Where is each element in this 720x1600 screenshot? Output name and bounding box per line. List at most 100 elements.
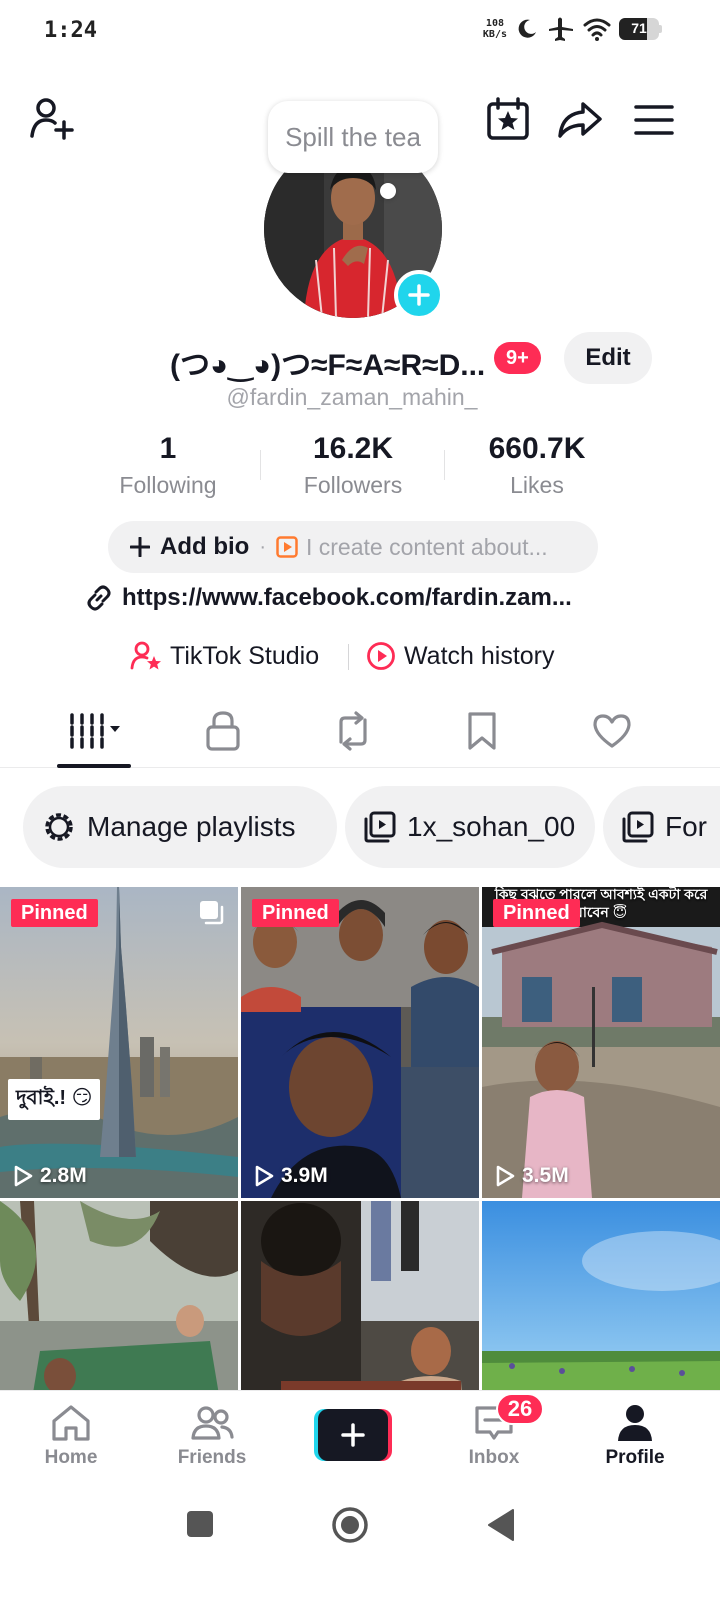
note-bubble-text: Spill the tea bbox=[285, 121, 421, 152]
playlist-chip[interactable]: 1x_sohan_00 bbox=[345, 786, 595, 868]
share-profile-button[interactable] bbox=[556, 96, 604, 144]
share-icon bbox=[558, 102, 602, 138]
thumbnail-image bbox=[482, 1201, 720, 1390]
recents-button[interactable] bbox=[186, 1510, 214, 1538]
thumbnail-image bbox=[0, 1201, 238, 1390]
inbox-badge: 26 bbox=[496, 1393, 544, 1425]
heart-icon bbox=[593, 714, 631, 748]
plus-icon bbox=[130, 537, 150, 557]
active-tab-indicator bbox=[57, 764, 131, 768]
lock-icon bbox=[206, 711, 240, 751]
tab-favorites[interactable] bbox=[434, 696, 530, 766]
profile-name-row: (つ◕‿◕)つ≈F≈A≈R≈D... 9+ Edit bbox=[0, 330, 720, 386]
play-icon bbox=[496, 1165, 515, 1187]
network-speed: 108 KB/s bbox=[482, 18, 507, 40]
battery-level: 71 bbox=[631, 20, 647, 36]
profile-shortcuts: TikTok Studio Watch history bbox=[0, 634, 720, 678]
chip-label: For bbox=[665, 811, 707, 842]
add-friend-button[interactable] bbox=[28, 96, 76, 144]
battery-icon: 71 bbox=[619, 18, 659, 40]
playlist-chip[interactable]: For bbox=[603, 786, 720, 868]
bio-placeholder: I create content about... bbox=[305, 533, 548, 560]
chip-label: Manage playlists bbox=[87, 811, 296, 842]
nav-friends[interactable]: Friends bbox=[152, 1403, 272, 1469]
creator-star-icon bbox=[130, 641, 161, 670]
create-plus-icon bbox=[314, 1409, 392, 1461]
home-button[interactable] bbox=[331, 1506, 369, 1544]
stat-following[interactable]: 1 Following bbox=[78, 432, 258, 499]
profile-icon bbox=[618, 1405, 652, 1441]
bio-separator: · bbox=[259, 535, 266, 558]
tiktok-studio-button[interactable]: TikTok Studio bbox=[130, 634, 319, 678]
play-square-icon bbox=[276, 536, 298, 558]
pinned-badge: Pinned bbox=[11, 899, 98, 927]
video-thumbnail[interactable]: Pinned 3.9M bbox=[241, 887, 479, 1198]
playlist-icon bbox=[622, 811, 654, 843]
menu-button[interactable] bbox=[630, 96, 678, 144]
video-thumbnail[interactable]: কিছু বুঝতে পারলে আবশ্যই একটা করে যাবেন 😇… bbox=[482, 887, 720, 1198]
video-thumbnail[interactable] bbox=[482, 1201, 720, 1390]
edit-profile-button[interactable]: Edit bbox=[564, 332, 652, 384]
tiktok-studio-label: TikTok Studio bbox=[170, 641, 320, 670]
calendar-star-icon bbox=[487, 97, 529, 140]
tab-reposts[interactable] bbox=[305, 696, 401, 766]
content-tabs bbox=[0, 696, 720, 768]
notification-badge[interactable]: 9+ bbox=[494, 342, 541, 374]
gear-icon bbox=[45, 813, 73, 841]
pinned-badge: Pinned bbox=[252, 899, 339, 927]
nav-profile[interactable]: Profile bbox=[575, 1403, 695, 1469]
tab-liked[interactable] bbox=[564, 696, 660, 766]
view-count: 3.9M bbox=[253, 1164, 328, 1188]
manage-playlists-button[interactable]: Manage playlists bbox=[23, 786, 337, 868]
events-button[interactable] bbox=[484, 96, 532, 144]
repost-icon bbox=[339, 711, 367, 751]
create-button[interactable] bbox=[314, 1409, 392, 1461]
multi-photo-icon bbox=[200, 901, 224, 925]
play-icon bbox=[255, 1165, 274, 1187]
bio-link[interactable]: https://www.facebook.com/fardin.zam... bbox=[84, 578, 572, 618]
system-navigation bbox=[0, 1482, 720, 1600]
view-count: 3.5M bbox=[494, 1164, 569, 1188]
bookmark-icon bbox=[468, 712, 496, 750]
profile-display-name: (つ◕‿◕)つ≈F≈A≈R≈D... bbox=[170, 349, 486, 382]
status-bar: 1:24 108 KB/s 71 bbox=[0, 0, 720, 66]
back-button[interactable] bbox=[486, 1508, 516, 1542]
stat-followers[interactable]: 16.2K Followers bbox=[263, 432, 443, 499]
video-thumbnail[interactable] bbox=[241, 1201, 479, 1390]
divider bbox=[348, 644, 349, 670]
moon-icon bbox=[518, 19, 536, 38]
playlist-chips: Manage playlists 1x_sohan_00 For bbox=[0, 786, 720, 868]
stat-likes[interactable]: 660.7K Likes bbox=[447, 432, 627, 499]
chip-label: 1x_sohan_00 bbox=[407, 811, 576, 842]
status-icons: 108 KB/s 71 bbox=[483, 16, 662, 42]
note-bubble[interactable]: Spill the tea bbox=[268, 101, 438, 173]
watch-history-icon bbox=[367, 642, 395, 670]
video-thumbnail[interactable] bbox=[0, 1201, 238, 1390]
tab-private[interactable] bbox=[175, 696, 271, 766]
add-bio-label: Add bio bbox=[160, 533, 250, 560]
thumbnail-image bbox=[241, 887, 479, 1198]
username: @fardin_zaman_mahin_ bbox=[226, 384, 478, 410]
nav-home[interactable]: Home bbox=[11, 1403, 131, 1469]
hamburger-menu-icon bbox=[634, 105, 674, 135]
link-icon bbox=[87, 585, 111, 611]
add-user-icon bbox=[30, 98, 74, 140]
plus-icon bbox=[408, 284, 430, 306]
play-icon bbox=[14, 1165, 33, 1187]
pinned-badge: Pinned bbox=[493, 899, 580, 927]
home-icon bbox=[52, 1405, 90, 1441]
video-grid: Pinned দুবাই.! 😏 2.8M Pinned 3.9M কিছু ব… bbox=[0, 887, 720, 1390]
airplane-icon bbox=[549, 17, 573, 41]
caption-sticker: দুবাই.! 😏 bbox=[8, 1079, 101, 1120]
view-count: 2.8M bbox=[12, 1164, 87, 1188]
status-time: 1:24 bbox=[44, 18, 97, 43]
playlist-icon bbox=[364, 811, 396, 843]
video-thumbnail[interactable]: Pinned দুবাই.! 😏 2.8M bbox=[0, 887, 238, 1198]
add-bio-button[interactable]: Add bio · I create content about... bbox=[108, 521, 598, 573]
watch-history-button[interactable]: Watch history bbox=[366, 634, 555, 678]
add-story-button[interactable] bbox=[394, 270, 444, 320]
tab-videos[interactable] bbox=[48, 696, 144, 766]
thumbnail-image bbox=[0, 887, 238, 1198]
profile-stats: 1 Following 16.2K Followers 660.7K Likes bbox=[0, 432, 720, 502]
thumbnail-image bbox=[482, 887, 720, 1198]
